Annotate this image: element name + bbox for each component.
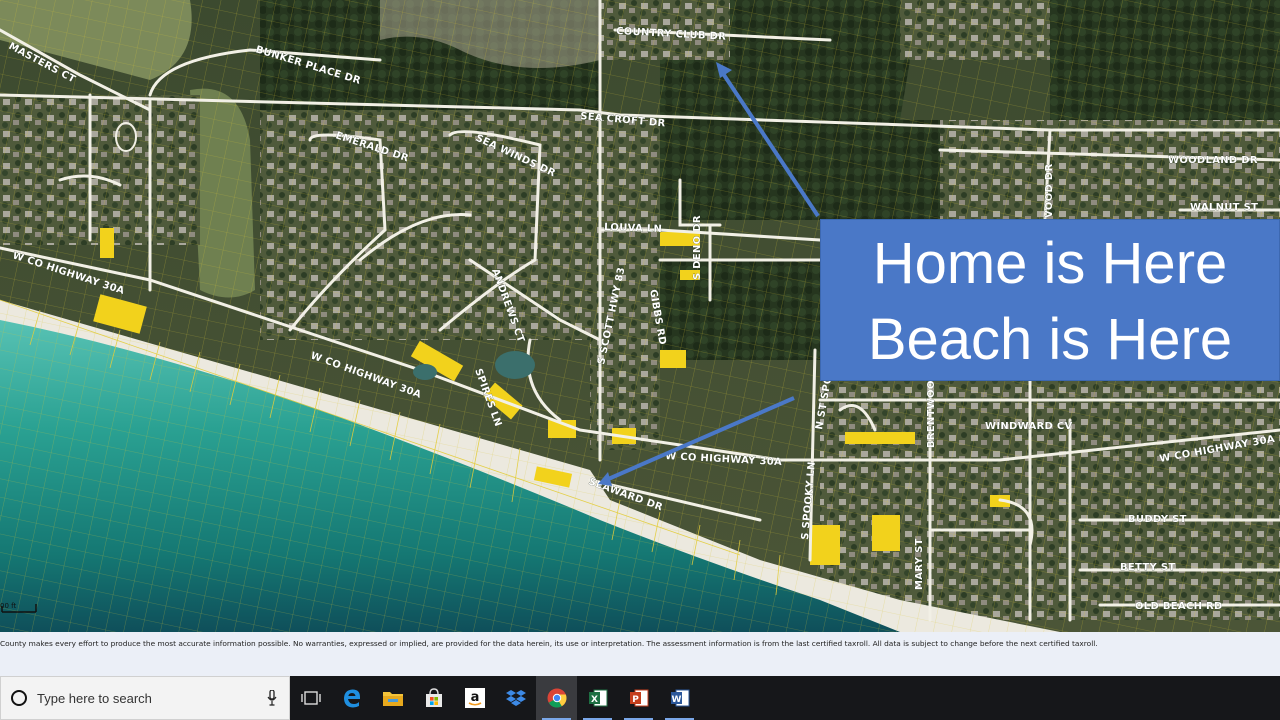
svg-text:X: X [591,695,598,705]
pond [495,351,535,379]
taskbar-search-box[interactable]: Type here to search [0,676,290,720]
road-label: BUDDY ST [1128,514,1187,525]
edge-button[interactable] [331,676,372,720]
store-button[interactable] [413,676,454,720]
road-label: WALNUT ST [1190,202,1258,213]
road-label: VOOD DR [1044,164,1055,218]
powerpoint-icon: P [629,689,648,707]
windows-taskbar: Type here to search a X P W [0,676,1280,720]
task-view-button[interactable] [290,676,331,720]
chrome-icon [547,688,566,708]
task-view-icon [300,691,321,705]
amazon-button[interactable]: a [454,676,495,720]
folder-icon [382,692,403,706]
svg-text:W: W [671,695,681,705]
amazon-icon: a [464,688,485,708]
callout-beach-line: Beach is Here [867,307,1233,372]
dropbox-icon [505,690,526,706]
road-label: LOUVA LN [604,222,662,235]
road-label: WINDWARD CV [985,421,1073,432]
word-button[interactable]: W [659,676,700,720]
powerpoint-button[interactable]: P [618,676,659,720]
microphone-icon[interactable] [267,690,277,706]
store-bag-icon [425,688,442,707]
callout-home-line: Home is Here [872,231,1228,296]
cortana-circle-icon[interactable] [11,690,27,706]
svg-text:a: a [470,690,479,705]
search-placeholder[interactable]: Type here to search [37,691,152,706]
pond [413,364,437,380]
svg-text:P: P [632,695,639,705]
road-label: BRENTWOOD [926,372,937,448]
scale-label: 00 ft [0,602,16,610]
excel-icon: X [588,689,607,707]
chrome-button[interactable] [536,676,577,720]
road-label: S DENO DR [692,215,703,280]
word-icon: W [670,689,689,707]
excel-button[interactable]: X [577,676,618,720]
file-explorer-button[interactable] [372,676,413,720]
disclaimer-text: County makes every effort to produce the… [0,632,1280,676]
road-label: BETTY ST [1120,562,1175,573]
road-label: MARY ST [914,538,925,590]
dropbox-button[interactable] [495,676,536,720]
road-label: OLD BEACH RD [1135,601,1223,612]
edge-icon [343,689,360,708]
road-label: WOODLAND DR [1168,155,1258,166]
callout-box: Home is Here Beach is Here [820,219,1280,381]
